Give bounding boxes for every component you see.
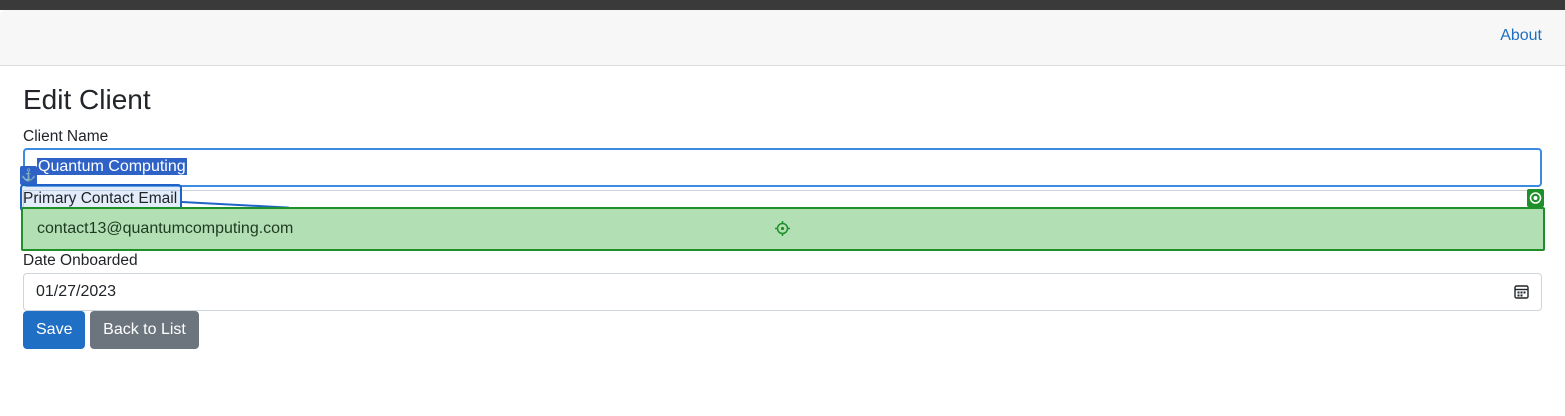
- client-name-value: Quantum Computing: [37, 158, 187, 175]
- crosshair-icon: [775, 221, 790, 236]
- top-navbar: About: [0, 10, 1565, 66]
- window-top-strip: [0, 0, 1565, 10]
- date-onboarded-input[interactable]: 01/27/2023: [23, 273, 1542, 311]
- client-name-label: Client Name: [23, 128, 109, 145]
- page-title: Edit Client: [23, 84, 151, 115]
- target-badge-icon: [1527, 189, 1544, 207]
- save-button[interactable]: Save: [23, 311, 85, 349]
- calendar-icon[interactable]: [1514, 284, 1529, 299]
- date-onboarded-label: Date Onboarded: [23, 252, 138, 269]
- date-onboarded-value: 01/27/2023: [36, 283, 117, 300]
- anchor-icon: ⚓: [20, 166, 37, 185]
- nav-link-about[interactable]: About: [1500, 27, 1542, 45]
- primary-contact-email-label: Primary Contact Email: [23, 190, 178, 207]
- client-name-input[interactable]: Quantum Computing: [23, 148, 1542, 187]
- primary-contact-email-value: contact13@quantumcomputing.com: [37, 220, 294, 237]
- back-to-list-button[interactable]: Back to List: [90, 311, 199, 349]
